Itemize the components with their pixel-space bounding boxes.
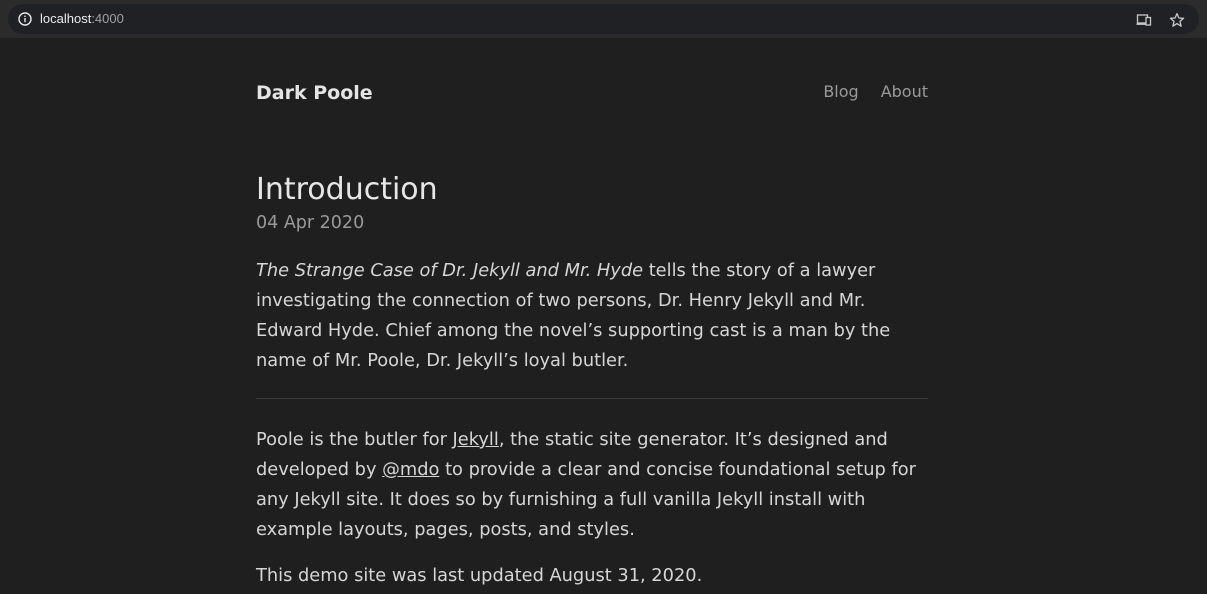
body-text-1: Poole is the butler for	[256, 429, 453, 450]
mdo-link[interactable]: @mdo	[382, 459, 439, 480]
url-port: :4000	[91, 11, 124, 26]
nav-link-about[interactable]: About	[881, 82, 928, 101]
info-icon[interactable]	[18, 12, 32, 26]
url-text[interactable]: localhost:4000	[40, 12, 124, 26]
post-title: Introduction	[256, 172, 438, 207]
post-date: 04 Apr 2020	[256, 213, 365, 233]
address-bar[interactable]: localhost:4000	[8, 4, 1199, 34]
star-icon[interactable]	[1169, 12, 1185, 28]
nav-link-blog[interactable]: Blog	[823, 82, 858, 101]
body-paragraph: Poole is the butler for Jekyll, the stat…	[256, 425, 928, 545]
page-content: Dark Poole Blog About Introduction 04 Ap…	[0, 38, 1207, 594]
updated-paragraph: This demo site was last updated August 3…	[256, 565, 703, 586]
book-title: The Strange Case of Dr. Jekyll and Mr. H…	[256, 260, 644, 281]
jekyll-link[interactable]: Jekyll	[453, 429, 499, 450]
url-host: localhost	[40, 11, 92, 26]
site-title-link[interactable]: Dark Poole	[256, 82, 373, 104]
cast-icon[interactable]	[1136, 12, 1152, 28]
site-nav: Blog About	[823, 82, 928, 101]
intro-paragraph: The Strange Case of Dr. Jekyll and Mr. H…	[256, 256, 928, 376]
divider	[256, 398, 928, 399]
browser-toolbar: localhost:4000	[0, 0, 1207, 38]
